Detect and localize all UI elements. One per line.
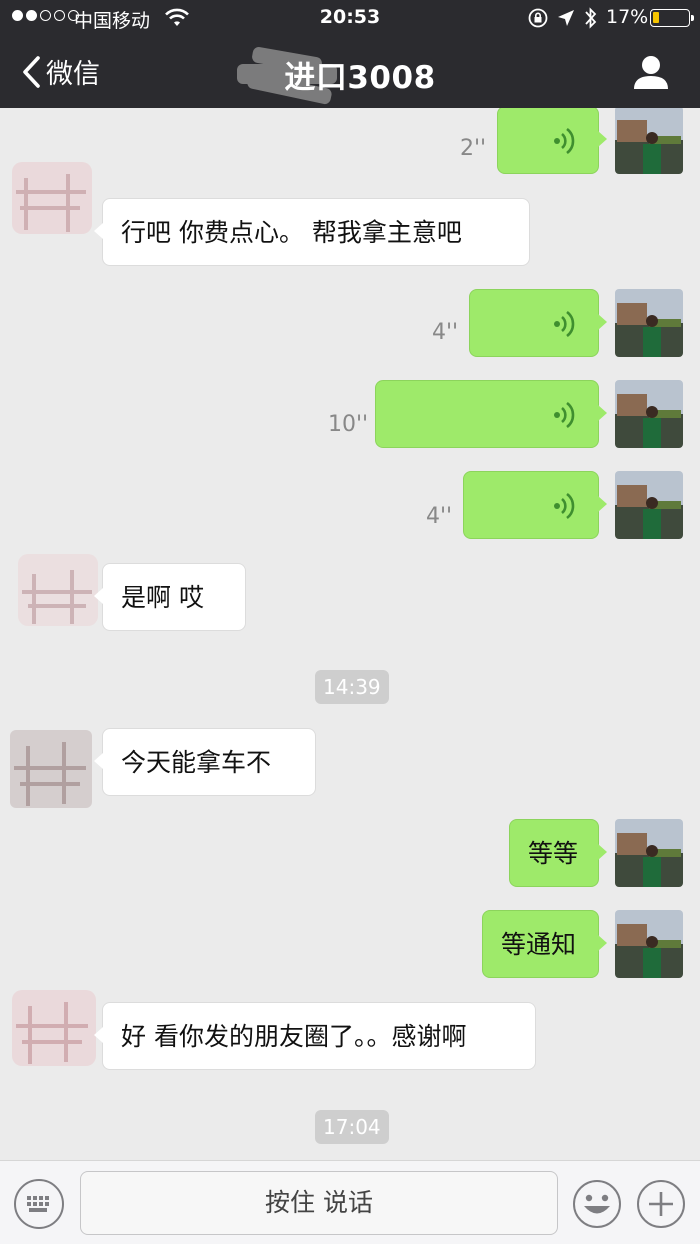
avatar-photo — [615, 380, 683, 448]
keyboard-toggle-button[interactable] — [14, 1179, 64, 1229]
message-list[interactable]: 2'' 行吧 你费点心。 帮我拿主意吧 4'' 10'' 4'' 是啊 哎 14… — [0, 108, 700, 1160]
avatar-photo — [615, 471, 683, 539]
voice-bubble[interactable] — [463, 471, 607, 539]
voice-bubble[interactable] — [375, 380, 607, 448]
back-label: 微信 — [46, 59, 100, 90]
keyboard-icon — [27, 1196, 49, 1212]
bluetooth-icon — [585, 7, 597, 29]
voice-wave-icon — [554, 127, 575, 155]
location-arrow-icon — [558, 10, 574, 26]
voice-bubble[interactable] — [469, 289, 607, 357]
text-bubble[interactable]: 是啊 哎 — [94, 563, 246, 631]
smile-icon[interactable] — [572, 1179, 622, 1229]
chat-title: 进口3008 — [284, 60, 436, 96]
text-bubble[interactable]: 等通知 — [482, 910, 607, 978]
avatar[interactable] — [615, 910, 683, 978]
battery-level — [653, 12, 659, 23]
voice-duration: 4'' — [426, 504, 453, 529]
voice-duration: 2'' — [460, 136, 487, 161]
battery-icon — [650, 9, 694, 27]
top-bar: 中国移动 20:53 17% 微信 进口3008 — [0, 0, 700, 108]
avatar[interactable] — [615, 819, 683, 887]
text-bubble[interactable]: 行吧 你费点心。 帮我拿主意吧 — [94, 198, 530, 266]
rotation-lock-icon — [528, 8, 548, 28]
text-bubble[interactable]: 等等 — [509, 819, 607, 887]
text-bubble[interactable]: 好 看你发的朋友圈了。。感谢啊 — [94, 1002, 536, 1070]
text-bubble[interactable]: 今天能拿车不 — [94, 728, 316, 796]
timestamp: 17:04 — [315, 1110, 389, 1144]
person-icon[interactable] — [632, 54, 670, 90]
avatar[interactable] — [615, 289, 683, 357]
navigation-bar: 微信 进口3008 — [0, 36, 700, 108]
avatar-photo — [615, 819, 683, 887]
voice-duration: 4'' — [432, 320, 459, 345]
voice-wave-icon — [554, 310, 575, 338]
avatar[interactable] — [615, 380, 683, 448]
avatar[interactable] — [615, 108, 683, 174]
back-button[interactable]: 微信 — [20, 52, 100, 91]
avatar-photo — [615, 289, 683, 357]
hold-to-talk-button[interactable]: 按住 说话 — [80, 1171, 558, 1235]
avatar[interactable] — [6, 152, 102, 242]
chat-screen: 中国移动 20:53 17% 微信 进口3008 2'' 行吧 你费点心。 帮我… — [0, 0, 700, 1244]
plus-icon[interactable] — [636, 1179, 686, 1229]
voice-duration: 10'' — [328, 412, 369, 437]
avatar[interactable] — [6, 982, 102, 1072]
input-bar: 按住 说话 — [0, 1160, 700, 1244]
avatar-photo — [615, 108, 683, 174]
voice-bubble[interactable] — [497, 108, 607, 174]
avatar-photo — [615, 910, 683, 978]
voice-wave-icon — [554, 401, 575, 429]
status-bar: 中国移动 20:53 17% — [0, 0, 700, 36]
avatar[interactable] — [615, 471, 683, 539]
timestamp: 14:39 — [315, 670, 389, 704]
battery-nub — [691, 15, 694, 21]
avatar[interactable] — [2, 724, 98, 814]
chevron-left-icon — [23, 55, 40, 88]
voice-wave-icon — [554, 492, 575, 520]
battery-percentage: 17% — [606, 6, 649, 28]
